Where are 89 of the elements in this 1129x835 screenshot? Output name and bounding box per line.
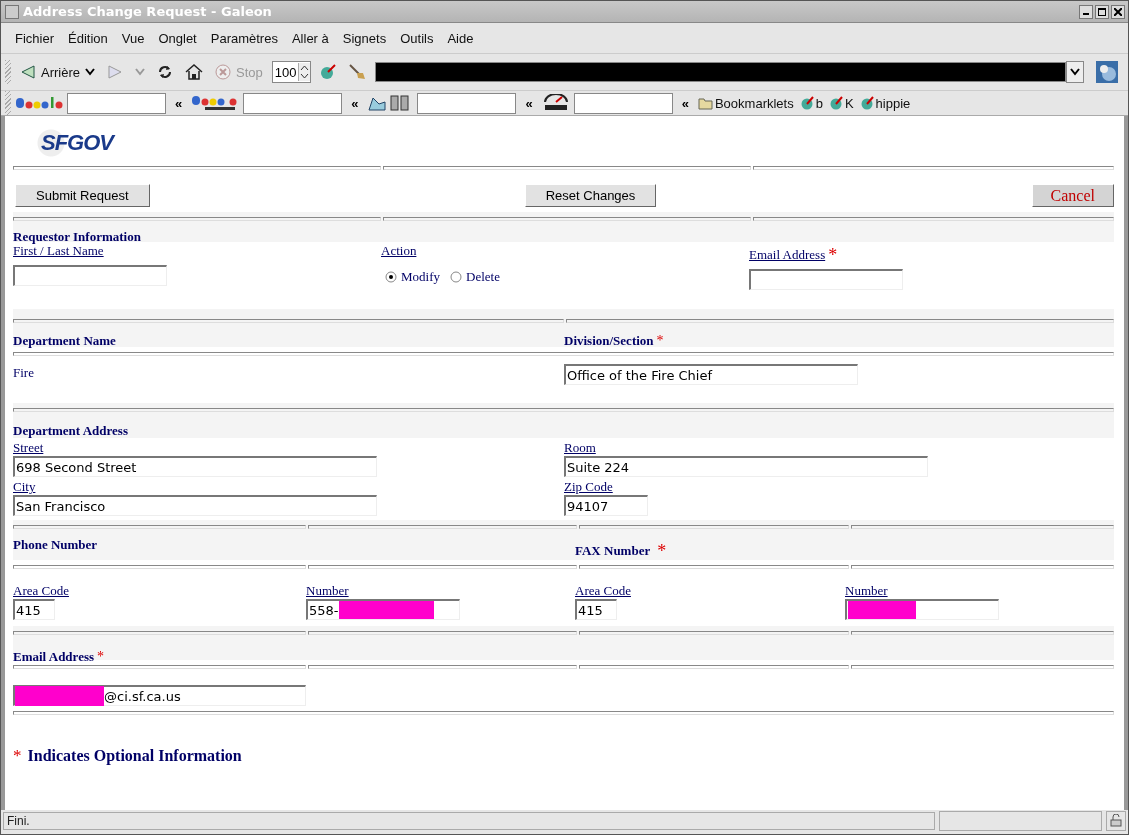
radio-button[interactable] (385, 271, 397, 283)
field-label: Number (845, 583, 888, 599)
maximize-button[interactable] (1095, 4, 1109, 19)
bookmark-link[interactable]: K (829, 95, 854, 111)
minimize-button[interactable] (1079, 4, 1093, 19)
menu-item[interactable]: Paramètres (203, 30, 285, 46)
required-mark: * (828, 247, 838, 263)
close-button[interactable] (1111, 4, 1125, 19)
text-input[interactable]: 698 Second Street (13, 456, 377, 477)
search-field[interactable] (243, 92, 343, 114)
bookmark-link[interactable]: hippie (860, 95, 911, 111)
lock-icon (1106, 810, 1126, 831)
cancel-button[interactable]: Cancel (1031, 184, 1114, 207)
field-label: Zip Code (564, 479, 613, 495)
text-input[interactable]: Suite 224 (564, 456, 928, 477)
field-label: City (13, 479, 36, 495)
close-icon (1114, 7, 1122, 16)
submit-request-button[interactable]: Submit Request (15, 184, 150, 207)
menu-item[interactable]: Outils (393, 30, 441, 46)
back-arrow-icon (20, 65, 36, 79)
column-heading: Division/Section (564, 333, 654, 349)
globe-icon (800, 96, 814, 110)
phone-input[interactable]: 558- (306, 599, 460, 620)
division-input[interactable]: Office of the Fire Chief (564, 364, 858, 385)
text-input[interactable]: 94107 (564, 495, 648, 516)
globe-icon (829, 96, 843, 110)
field-label: Area Code (575, 583, 631, 599)
back-button[interactable]: Arrière (17, 64, 98, 80)
department-name: Fire (13, 365, 35, 381)
collapse-arrow[interactable]: « (170, 95, 188, 111)
required-mark: * (657, 543, 667, 559)
logo: SFGOV (37, 128, 119, 158)
window-title: Address Change Request - Galeon (23, 4, 272, 19)
collapse-arrow[interactable]: « (520, 95, 538, 111)
field-label: Action (381, 243, 417, 259)
name-input[interactable] (13, 265, 167, 286)
email-input[interactable] (749, 269, 903, 290)
field-label: First / Last Name (13, 243, 104, 259)
minimize-icon (1083, 13, 1089, 15)
phone-input[interactable]: 415 (575, 599, 617, 620)
section-heading: Email Address (13, 649, 95, 665)
phone-input[interactable] (845, 599, 999, 620)
redaction-block (848, 601, 916, 619)
window-menu-icon[interactable] (5, 4, 19, 19)
radio-label: Modify (401, 269, 440, 285)
menu-item[interactable]: Onglet (151, 30, 204, 46)
menu-item[interactable]: Vue (114, 30, 152, 46)
menu-item[interactable]: Signets (335, 30, 394, 46)
zoom-spinner[interactable]: 100 (271, 61, 312, 83)
section-heading: Requestor Information (13, 229, 142, 245)
radio-label: Delete (466, 269, 500, 285)
menu-item[interactable]: Aide (440, 30, 481, 46)
bookmark-link[interactable]: b (800, 95, 823, 111)
section-heading: Department Address (13, 423, 129, 439)
radio-button[interactable] (450, 271, 462, 283)
folder-icon (697, 96, 713, 110)
field-label: Room (564, 440, 596, 456)
collapse-arrow[interactable]: « (676, 95, 694, 111)
footnote-text: Indicates Optional Information (27, 747, 242, 765)
required-mark: * (656, 333, 664, 349)
required-mark: * (97, 649, 105, 665)
collapse-arrow[interactable]: « (346, 95, 364, 111)
menu-item[interactable]: Aller à (284, 30, 336, 46)
section-heading: Phone Number (13, 537, 99, 553)
search-field[interactable] (573, 92, 673, 114)
globe-icon (1096, 61, 1118, 83)
status-text: Fini. (3, 811, 935, 830)
phone-input[interactable]: 415 (13, 599, 55, 620)
section-heading: FAX Number (575, 543, 651, 559)
search-field[interactable] (67, 92, 166, 114)
address-field[interactable] (375, 62, 1066, 82)
field-label: Number (306, 583, 349, 599)
maximize-icon (1098, 7, 1106, 16)
field-label: Street (13, 440, 44, 456)
reset-changes-button[interactable]: Reset Changes (524, 184, 657, 207)
menu-item[interactable]: Édition (61, 30, 115, 46)
caret-icon (85, 68, 95, 76)
globe-icon (860, 96, 874, 110)
email-input[interactable]: @ci.sf.ca.us (13, 685, 306, 706)
dropdown-icon[interactable] (1066, 61, 1084, 83)
bookmark-folder[interactable]: Bookmarklets (697, 95, 794, 111)
field-label: Email Address (749, 247, 826, 263)
stop-icon (215, 64, 231, 80)
search-field[interactable] (417, 92, 517, 114)
required-mark: * (13, 748, 22, 764)
menu-item[interactable]: Fichier (8, 30, 61, 46)
field-label: Area Code (13, 583, 69, 599)
text-input[interactable]: San Francisco (13, 495, 377, 516)
column-heading: Department Name (13, 333, 117, 349)
